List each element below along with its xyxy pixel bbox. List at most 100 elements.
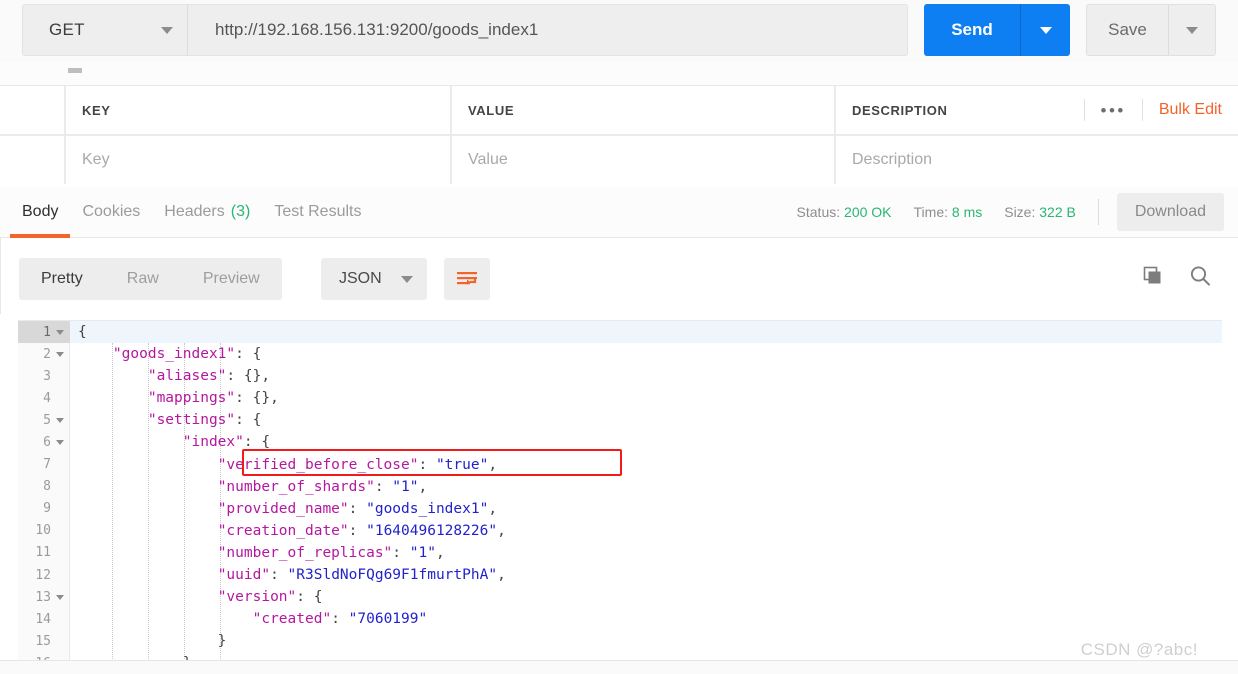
- chevron-down-icon: [401, 275, 413, 283]
- line-number: 13: [18, 586, 70, 608]
- params-table-row: Key Value Description: [0, 136, 1238, 184]
- chevron-down-icon: [161, 26, 173, 34]
- view-mode-pretty[interactable]: Pretty: [19, 270, 105, 288]
- http-method-select[interactable]: GET: [22, 4, 187, 56]
- code-line: "uuid": "R3SldNoFQg69F1fmurtPhA",: [217, 567, 506, 584]
- response-format-select[interactable]: JSON: [321, 258, 427, 300]
- response-body-viewer[interactable]: { "goods_index1": { "aliases": {}, "mapp…: [18, 320, 1222, 660]
- tab-test-results-label: Test Results: [274, 203, 362, 220]
- row-checkbox-cell[interactable]: [0, 136, 66, 184]
- word-wrap-button[interactable]: [444, 258, 490, 300]
- tab-test-results[interactable]: Test Results: [262, 186, 373, 238]
- line-number: 9: [18, 498, 70, 520]
- fold-arrow-icon[interactable]: [56, 594, 64, 600]
- send-button[interactable]: Send: [924, 4, 1020, 56]
- params-header-description-label: DESCRIPTION: [852, 102, 948, 118]
- code-line: "goods_index1": {: [112, 346, 262, 363]
- fold-arrow-icon[interactable]: [56, 329, 64, 335]
- more-options-icon[interactable]: •••: [1101, 102, 1126, 119]
- fold-arrow-icon[interactable]: [56, 417, 64, 423]
- time-label: Time:: [913, 204, 948, 220]
- param-description-input[interactable]: Description: [836, 136, 1238, 184]
- response-view-toolbar: Pretty Raw Preview JSON: [0, 238, 1238, 314]
- gutter-lines: 12345678910111213141516: [18, 321, 70, 660]
- copy-icon: [1143, 266, 1161, 284]
- status-value: 200 OK: [844, 204, 892, 220]
- copy-button[interactable]: [1142, 265, 1164, 287]
- line-number: 4: [18, 387, 70, 409]
- tab-headers-count: (3): [230, 203, 251, 220]
- fold-arrow-icon[interactable]: [56, 351, 64, 357]
- save-options-button[interactable]: [1168, 4, 1216, 56]
- response-tabs: Body Cookies Headers (3) Test Results: [10, 186, 373, 238]
- cut-off-toolbar-strip: [0, 62, 1238, 86]
- request-bar: GET http://192.168.156.131:9200/goods_in…: [0, 0, 1238, 70]
- tab-body-label: Body: [22, 203, 59, 220]
- line-number: 16: [18, 652, 70, 660]
- params-table: KEY VALUE DESCRIPTION ••• Bulk Edit Key …: [0, 86, 1238, 184]
- response-actions: [1118, 264, 1212, 288]
- view-mode-raw[interactable]: Raw: [105, 270, 181, 288]
- watermark: CSDN @?abc!: [1080, 640, 1198, 659]
- tab-headers-label: Headers: [164, 203, 225, 220]
- line-number: 7: [18, 454, 70, 476]
- line-number: 14: [18, 608, 70, 630]
- search-button[interactable]: [1188, 264, 1212, 288]
- code-line: "index": {: [182, 434, 271, 451]
- code-line: }: [70, 652, 1222, 660]
- tab-cookies[interactable]: Cookies: [70, 186, 152, 238]
- params-header-description: DESCRIPTION ••• Bulk Edit: [836, 86, 1238, 134]
- fold-arrow-icon[interactable]: [56, 440, 64, 446]
- view-mode-preview[interactable]: Preview: [181, 270, 282, 288]
- param-description-placeholder: Description: [852, 151, 933, 168]
- params-header-value: VALUE: [452, 86, 836, 134]
- param-value-placeholder: Value: [468, 151, 508, 168]
- code-line: "creation_date": "1640496128226",: [217, 522, 506, 539]
- size-meta: Size: 322 B: [1004, 204, 1076, 220]
- code-line: }: [78, 633, 227, 650]
- params-header-key: KEY: [66, 86, 452, 134]
- param-value-input[interactable]: Value: [452, 136, 836, 184]
- code-line: "number_of_shards": "1",: [217, 478, 428, 495]
- save-button[interactable]: Save: [1086, 4, 1168, 56]
- params-header-key-label: KEY: [82, 102, 111, 118]
- tab-body[interactable]: Body: [10, 186, 71, 238]
- line-number: 1: [18, 321, 70, 344]
- code-line: "verified_before_close": "true",: [217, 456, 498, 473]
- request-url-input[interactable]: http://192.168.156.131:9200/goods_index1: [187, 4, 908, 56]
- code-line: "version": {: [217, 589, 323, 606]
- word-wrap-icon: [457, 272, 477, 285]
- response-tab-bar: Body Cookies Headers (3) Test Results St…: [0, 186, 1238, 238]
- param-key-placeholder: Key: [82, 151, 110, 168]
- code-line: "mappings": {},: [147, 390, 279, 407]
- search-icon: [1190, 266, 1210, 286]
- chevron-down-icon: [1039, 26, 1052, 34]
- code-line: "aliases": {},: [147, 368, 271, 385]
- params-header-value-label: VALUE: [468, 102, 515, 118]
- code-lines: { "goods_index1": { "aliases": {}, "mapp…: [70, 321, 1222, 660]
- params-table-header-row: KEY VALUE DESCRIPTION ••• Bulk Edit: [0, 86, 1238, 134]
- time-meta: Time: 8 ms: [914, 204, 983, 220]
- size-label: Size:: [1004, 204, 1036, 220]
- send-options-button[interactable]: [1020, 4, 1070, 56]
- param-key-input[interactable]: Key: [66, 136, 452, 184]
- download-button[interactable]: Download: [1116, 193, 1224, 231]
- line-number: 5: [18, 409, 70, 431]
- line-number: 2: [18, 343, 70, 365]
- http-method-label: GET: [49, 20, 85, 39]
- line-number: 10: [18, 520, 70, 542]
- line-number: 8: [18, 476, 70, 498]
- bulk-edit-button[interactable]: Bulk Edit: [1159, 101, 1222, 119]
- time-value: 8 ms: [951, 204, 983, 220]
- tab-headers[interactable]: Headers (3): [152, 186, 262, 238]
- size-value: 322 B: [1039, 204, 1076, 220]
